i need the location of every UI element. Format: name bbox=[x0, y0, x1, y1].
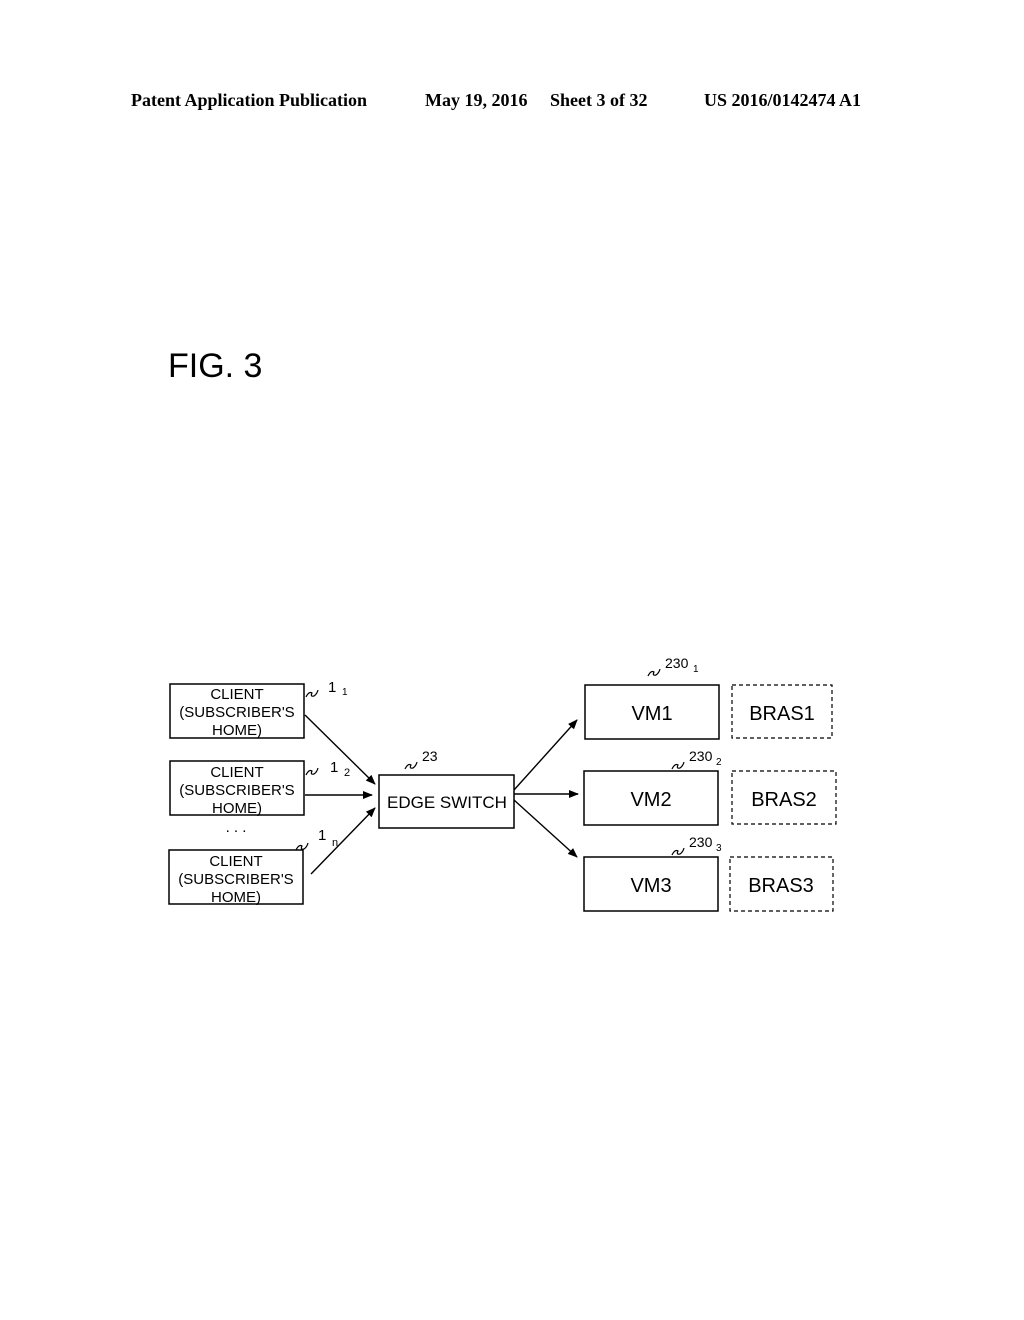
client-2-ref: 1 bbox=[330, 759, 338, 776]
edge-switch-label: EDGE SWITCH bbox=[387, 793, 507, 812]
client-n-ref: 1 bbox=[318, 827, 326, 844]
client-1-line-2: (SUBSCRIBER'S bbox=[179, 704, 294, 721]
client-n-line-1: CLIENT bbox=[209, 853, 262, 870]
client-2-line-3: HOME) bbox=[212, 800, 262, 817]
bras-2-label: BRAS2 bbox=[751, 789, 817, 811]
client-1-ref: 1 bbox=[328, 679, 336, 696]
bras-box-3: BRAS3 bbox=[729, 856, 834, 912]
vm-1-label: VM1 bbox=[631, 703, 672, 725]
vm-3-ref: 230 bbox=[689, 834, 713, 850]
client-n-line-2: (SUBSCRIBER'S bbox=[178, 871, 293, 888]
arrow-switch-to-vm1 bbox=[513, 719, 578, 791]
leader-squiggle-icon bbox=[305, 689, 319, 698]
vm-1-ref: 230 bbox=[665, 655, 689, 671]
leader-squiggle-icon bbox=[671, 847, 685, 856]
edge-switch-box: EDGE SWITCH bbox=[378, 774, 515, 829]
leader-squiggle-icon bbox=[647, 668, 661, 677]
arrow-client-1-to-switch bbox=[304, 714, 376, 785]
client-2-line-1: CLIENT bbox=[210, 764, 263, 781]
vm-3-ref-sub: 3 bbox=[716, 843, 722, 854]
leader-squiggle-icon bbox=[404, 761, 418, 770]
edge-switch-ref: 23 bbox=[422, 748, 438, 764]
bras-3-label: BRAS3 bbox=[748, 875, 814, 897]
bras-box-1: BRAS1 bbox=[731, 684, 833, 739]
vm-box-1: VM1 bbox=[584, 684, 720, 740]
client-box-n: CLIENT (SUBSCRIBER'S HOME) bbox=[168, 849, 304, 906]
client-2-ref-sub: 2 bbox=[344, 767, 350, 779]
client-2-line-2: (SUBSCRIBER'S bbox=[179, 782, 294, 799]
leader-squiggle-icon bbox=[671, 761, 685, 770]
client-box-2: CLIENT (SUBSCRIBER'S HOME) bbox=[169, 760, 305, 817]
vm-2-ref-sub: 2 bbox=[716, 757, 722, 768]
client-n-line-3: HOME) bbox=[211, 889, 261, 906]
client-1-line-3: HOME) bbox=[212, 722, 262, 739]
arrow-switch-to-vm3 bbox=[513, 799, 578, 858]
vm-1-ref-sub: 1 bbox=[693, 664, 699, 675]
bras-1-label: BRAS1 bbox=[749, 703, 815, 725]
vm-3-label: VM3 bbox=[630, 875, 671, 897]
leader-squiggle-icon bbox=[305, 767, 319, 776]
vm-2-ref: 230 bbox=[689, 748, 713, 764]
client-box-1: CLIENT (SUBSCRIBER'S HOME) bbox=[169, 683, 305, 739]
diagram: CLIENT (SUBSCRIBER'S HOME) 1 1 CLIENT (S… bbox=[168, 655, 837, 912]
client-1-ref-sub: 1 bbox=[342, 687, 348, 698]
leader-squiggle-icon bbox=[295, 842, 309, 851]
bras-box-2: BRAS2 bbox=[731, 770, 837, 825]
clients-ellipsis: . . . bbox=[226, 819, 247, 836]
vm-box-2: VM2 bbox=[583, 770, 719, 826]
client-1-line-1: CLIENT bbox=[210, 686, 263, 703]
vm-2-label: VM2 bbox=[630, 789, 671, 811]
vm-box-3: VM3 bbox=[583, 856, 719, 912]
